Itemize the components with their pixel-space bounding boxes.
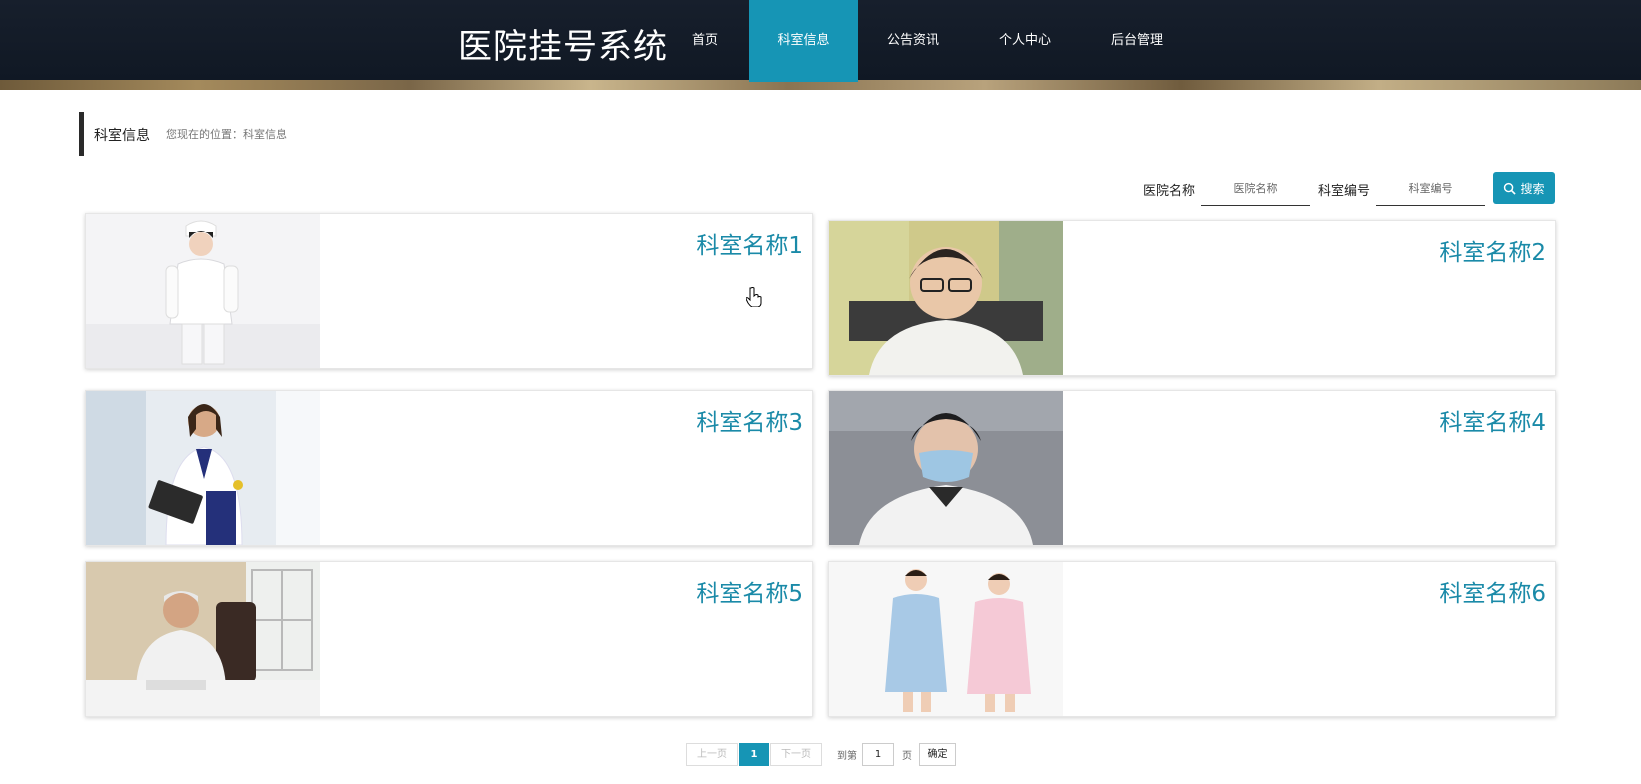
nav-admin[interactable]: 后台管理 <box>1100 0 1174 82</box>
nav-home[interactable]: 首页 <box>672 0 738 82</box>
search-icon <box>1504 182 1517 195</box>
nav-personal-center[interactable]: 个人中心 <box>988 0 1062 82</box>
department-card[interactable]: 科室名称4 <box>828 390 1556 546</box>
department-card[interactable]: 科室名称1 <box>85 213 813 369</box>
nav-announcements[interactable]: 公告资讯 <box>876 0 950 82</box>
doctor-photo <box>829 221 1063 375</box>
breadcrumb: 您现在的位置：科室信息 <box>166 128 287 141</box>
department-card[interactable]: 科室名称6 <box>828 561 1556 717</box>
department-name: 科室名称3 <box>696 410 803 436</box>
department-card[interactable]: 科室名称3 <box>85 390 813 546</box>
department-name: 科室名称5 <box>696 581 803 607</box>
search-button[interactable]: 搜索 <box>1493 172 1555 204</box>
hospital-name-input[interactable] <box>1201 172 1310 206</box>
dept-number-input[interactable] <box>1376 172 1485 206</box>
hospital-name-label: 医院名称 <box>1143 184 1196 199</box>
department-name: 科室名称2 <box>1439 240 1546 266</box>
dept-number-label: 科室编号 <box>1318 184 1371 199</box>
confirm-goto-button[interactable]: 确定 <box>919 743 956 766</box>
next-page-button[interactable]: 下一页 <box>770 743 822 766</box>
nav-department-info[interactable]: 科室信息 <box>749 0 858 82</box>
breadcrumb-accent-bar <box>79 112 84 156</box>
goto-page-input[interactable] <box>862 743 894 766</box>
site-title: 医院挂号系统 <box>458 27 668 67</box>
department-name: 科室名称4 <box>1439 410 1546 436</box>
header: 医院挂号系统 首页 科室信息 公告资讯 个人中心 后台管理 <box>0 0 1641 90</box>
department-card[interactable]: 科室名称5 <box>85 561 813 717</box>
page-title: 科室信息 <box>94 128 150 144</box>
department-name: 科室名称1 <box>696 233 803 259</box>
page-suffix-label: 页 <box>902 751 912 762</box>
nurse-photo <box>86 214 320 368</box>
page-1-button[interactable]: 1 <box>739 743 769 766</box>
doctor-photo <box>829 391 1063 545</box>
department-name: 科室名称6 <box>1439 581 1546 607</box>
hand-cursor-icon <box>745 287 762 311</box>
goto-page-label: 到第 <box>837 751 857 762</box>
doctor-photo <box>86 391 320 545</box>
doctor-photo <box>86 562 320 716</box>
prev-page-button[interactable]: 上一页 <box>686 743 738 766</box>
search-button-label: 搜索 <box>1520 181 1545 196</box>
nurse-photo <box>829 562 1063 716</box>
department-card[interactable]: 科室名称2 <box>828 220 1556 376</box>
